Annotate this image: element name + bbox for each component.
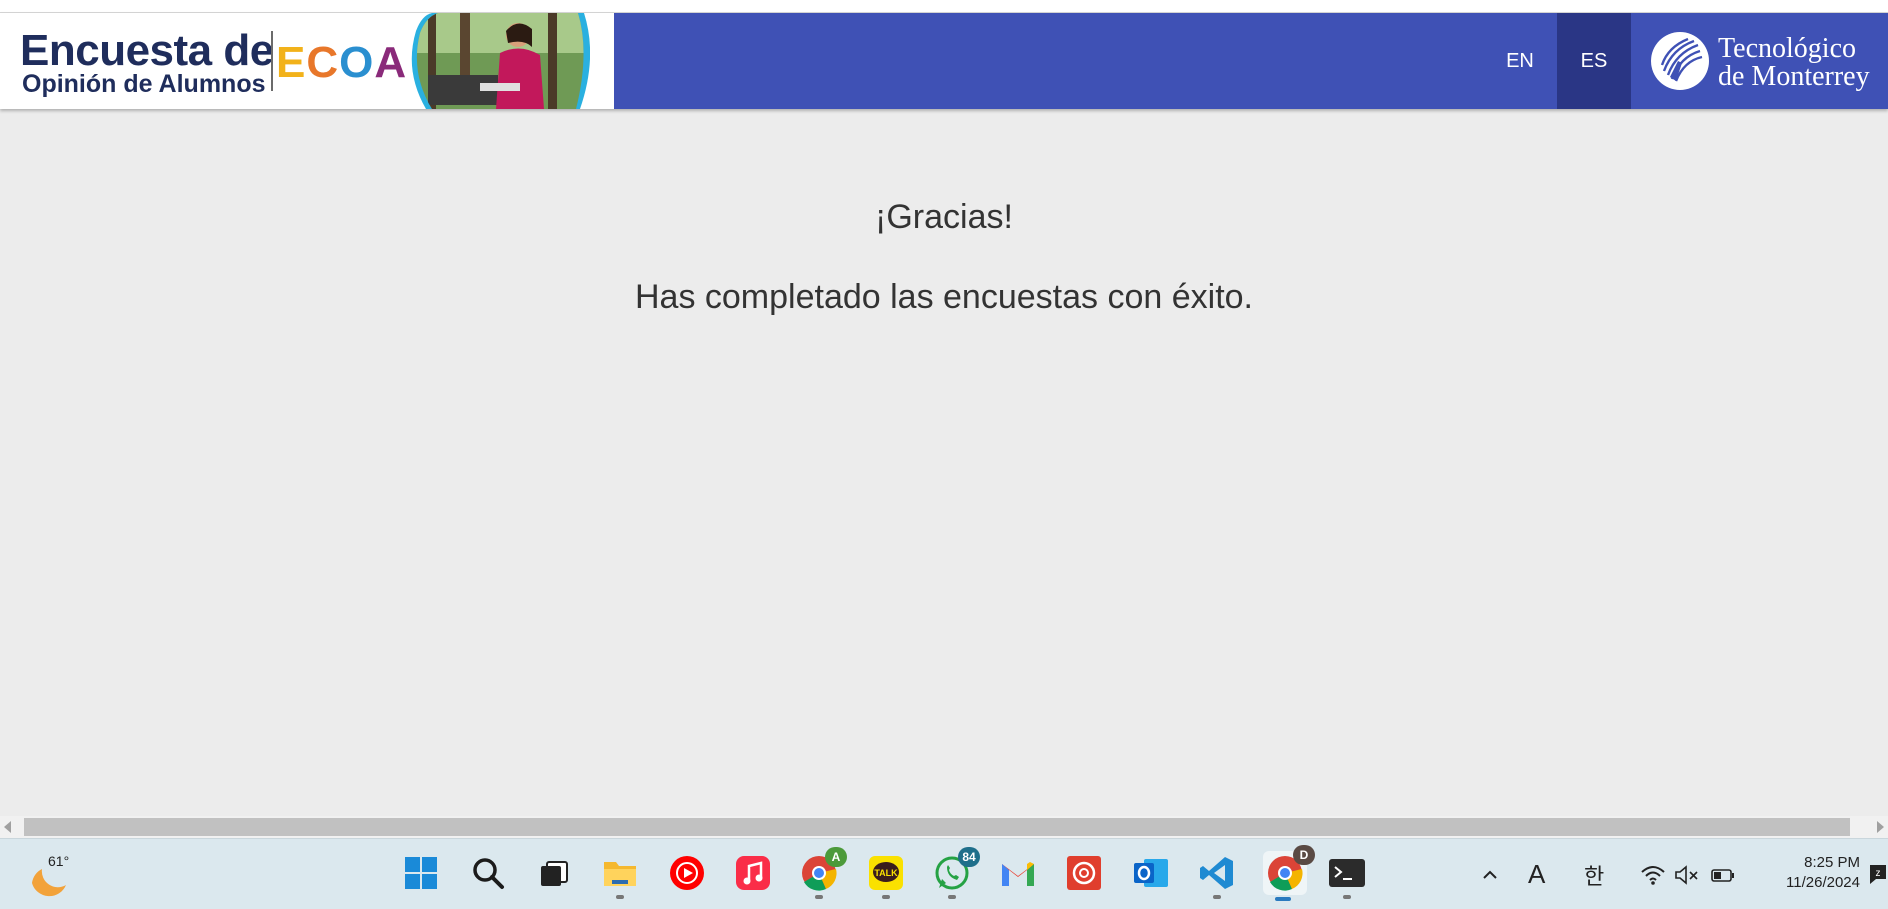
apple-music-icon (736, 856, 770, 890)
file-explorer-icon (604, 862, 636, 886)
scroll-right-arrow-icon[interactable] (1877, 821, 1884, 833)
clock-time: 8:25 PM (1804, 854, 1860, 871)
file-explorer-button[interactable] (600, 853, 640, 899)
brand-title: Encuesta de (20, 26, 274, 75)
university-name: Tecnológico de Monterrey (1718, 35, 1870, 91)
running-indicator (815, 895, 823, 899)
chevron-up-icon (1483, 870, 1497, 879)
gmail-icon (1002, 862, 1034, 886)
volume-button[interactable] (1674, 839, 1700, 909)
ecoa-letter-c: C (306, 38, 340, 87)
profile-badge: A (825, 847, 847, 867)
task-view-icon (541, 861, 568, 886)
university-name-line2: de Monterrey (1718, 61, 1870, 92)
show-hidden-icons-button[interactable] (1480, 839, 1500, 909)
scroll-left-arrow-icon[interactable] (4, 821, 11, 833)
profile-badge: D (1293, 845, 1315, 865)
terminal-icon (1329, 859, 1365, 887)
outlook-icon (1134, 859, 1168, 887)
ecoa-letter-a: A (374, 38, 408, 87)
student-photo (411, 13, 590, 109)
windows-taskbar: 61° A TALK 84 D A 한 8:25 PM 11/26/2024 z (0, 838, 1888, 909)
completion-message: Has completado las encuestas con éxito. (634, 278, 1253, 316)
running-indicator (616, 895, 624, 899)
ime-korean-indicator[interactable]: 한 (1584, 839, 1604, 909)
brand-divider (271, 31, 273, 91)
running-indicator (1213, 895, 1221, 899)
svg-text:z: z (1876, 868, 1881, 879)
browser-top-edge (0, 0, 1888, 13)
youtube-music-icon (670, 856, 704, 890)
apple-music-button[interactable] (733, 853, 773, 893)
network-button[interactable] (1640, 839, 1666, 909)
language-en-button[interactable]: EN (1483, 13, 1557, 109)
terminal-button[interactable] (1327, 853, 1367, 899)
ecoa-letter-e: E (276, 38, 307, 87)
canvas-icon (1067, 856, 1101, 890)
task-view-button[interactable] (534, 853, 574, 893)
ecoa-banner[interactable]: Encuesta de Opinión de Alumnos ECOA (0, 13, 614, 109)
gmail-button[interactable] (998, 853, 1038, 893)
kakaotalk-label: TALK (874, 868, 898, 878)
volume-muted-icon (1675, 864, 1698, 885)
language-es-button[interactable]: ES (1557, 13, 1631, 109)
whatsapp-button[interactable]: 84 (932, 847, 980, 899)
start-icon (405, 857, 437, 889)
taskbar-clock[interactable]: 8:25 PM 11/26/2024 (1756, 853, 1860, 893)
battery-icon (1711, 868, 1734, 882)
unread-count-badge: 84 (958, 847, 980, 867)
tec-monterrey-logo-icon (1651, 32, 1709, 90)
brand-subtitle: Opinión de Alumnos (22, 70, 266, 98)
kakaotalk-icon: TALK (869, 856, 903, 890)
chrome-profile-d-button[interactable]: D (1263, 845, 1315, 901)
clock-date: 11/26/2024 (1786, 874, 1860, 891)
thanks-heading: ¡Gracias! (875, 198, 1013, 236)
outlook-button[interactable] (1131, 853, 1171, 893)
youtube-music-button[interactable] (667, 853, 707, 893)
running-indicator (1343, 895, 1351, 899)
ecoa-logo: ECOA (276, 39, 407, 87)
page: Encuesta de Opinión de Alumnos ECOA EN E… (0, 0, 1888, 909)
search-button[interactable] (468, 853, 508, 893)
search-icon (473, 858, 504, 889)
battery-button[interactable] (1710, 839, 1736, 909)
scrollbar-thumb[interactable] (24, 818, 1850, 836)
active-indicator (1275, 897, 1291, 901)
vscode-button[interactable] (1197, 853, 1237, 899)
vscode-icon (1200, 857, 1233, 889)
university-name-line1: Tecnológico (1718, 33, 1856, 64)
canvas-button[interactable] (1064, 853, 1104, 893)
kakaotalk-button[interactable]: TALK (866, 853, 906, 899)
horizontal-scrollbar[interactable] (0, 816, 1888, 838)
ecoa-letter-o: O (339, 38, 375, 87)
running-indicator (882, 895, 890, 899)
chrome-profile-a-button[interactable]: A (799, 847, 847, 899)
weather-temperature: 61° (48, 853, 70, 869)
notification-center-icon[interactable]: z (1866, 861, 1888, 887)
start-button[interactable] (401, 853, 441, 893)
wifi-icon (1641, 865, 1665, 885)
ime-latin-indicator[interactable]: A (1528, 839, 1545, 909)
site-header: Encuesta de Opinión de Alumnos ECOA EN E… (0, 13, 1888, 109)
running-indicator (948, 895, 956, 899)
